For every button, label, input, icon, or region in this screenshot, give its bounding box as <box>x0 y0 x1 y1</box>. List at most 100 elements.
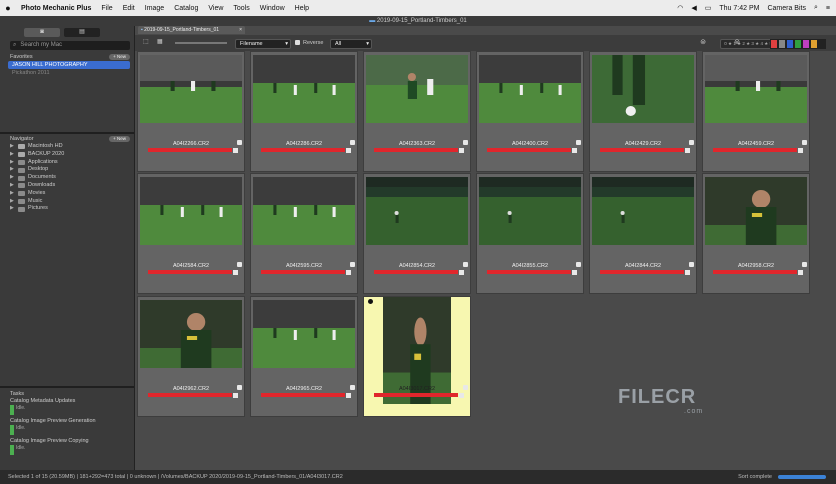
thumbnail-image[interactable] <box>592 177 694 245</box>
nav-item[interactable]: ▶ Applications <box>0 159 134 167</box>
info-icon[interactable] <box>798 148 803 153</box>
sort-select[interactable]: Filename ▾ <box>235 39 291 49</box>
info-icon[interactable] <box>685 148 690 153</box>
menu-view[interactable]: View <box>203 5 228 12</box>
tag-checkbox[interactable] <box>237 140 242 145</box>
thumbnail-cell[interactable]: A04I2965.CR2 <box>250 296 358 417</box>
thumbnail-image[interactable] <box>366 55 468 123</box>
nav-item[interactable]: ▶ BACKUP 2020 <box>0 151 134 159</box>
info-icon[interactable] <box>459 148 464 153</box>
tag-checkbox[interactable] <box>576 140 581 145</box>
color-swatch[interactable] <box>778 39 786 49</box>
favorite-item[interactable]: Pickathon 2011 <box>0 69 134 77</box>
nav-item[interactable]: ▶ Pictures <box>0 205 134 213</box>
color-swatch[interactable] <box>794 39 802 49</box>
info-icon[interactable] <box>572 148 577 153</box>
tag-checkbox[interactable] <box>802 262 807 267</box>
search-icon[interactable]: ⌕ <box>814 4 818 12</box>
select-tool-icon[interactable]: ⬚ <box>143 38 149 45</box>
info-icon[interactable] <box>346 393 351 398</box>
apple-menu-icon[interactable]: ● <box>0 3 16 13</box>
thumbnail-image[interactable] <box>479 177 581 245</box>
tag-checkbox[interactable] <box>576 262 581 267</box>
thumbnail-image[interactable] <box>253 177 355 245</box>
new-favorite-button[interactable]: + New <box>109 54 130 60</box>
tab-navigator[interactable]: ◙ <box>24 28 60 37</box>
disclosure-icon[interactable]: ▶ <box>10 182 15 190</box>
thumbnail-cell[interactable]: A04I2595.CR2 <box>250 173 358 294</box>
info-icon[interactable] <box>798 270 803 275</box>
thumbnail-cell[interactable]: A04I2266.CR2 <box>137 51 245 172</box>
disclosure-icon[interactable]: ▶ <box>10 190 15 198</box>
favorite-item[interactable]: JASON HILL PHOTOGRAPHY <box>8 61 130 69</box>
thumbnail-cell[interactable]: A04I2363.CR2 <box>363 51 471 172</box>
disclosure-icon[interactable]: ▶ <box>10 205 15 213</box>
color-swatch[interactable] <box>786 39 794 49</box>
section-divider[interactable] <box>0 132 134 134</box>
color-swatch[interactable] <box>810 39 818 49</box>
thumbnail-cell[interactable]: A04I2962.CR2 <box>137 296 245 417</box>
rotate-icon[interactable] <box>368 299 373 304</box>
info-icon[interactable] <box>572 270 577 275</box>
menu-image[interactable]: Image <box>140 5 169 12</box>
disclosure-icon[interactable]: ▶ <box>10 174 15 182</box>
info-icon[interactable] <box>459 393 464 398</box>
nav-item[interactable]: ▶ Macintosh HD <box>0 143 134 151</box>
thumbnail-cell[interactable]: A04I2958.CR2 <box>702 173 810 294</box>
info-icon[interactable] <box>233 270 238 275</box>
disclosure-icon[interactable]: ▶ <box>10 151 15 159</box>
thumbnail-size-slider[interactable] <box>175 42 227 44</box>
tag-checkbox[interactable] <box>689 262 694 267</box>
tag-checkbox[interactable] <box>350 385 355 390</box>
menu-list-icon[interactable]: ≡ <box>826 5 830 12</box>
thumbnail-cell[interactable]: A04I2854.CR2 <box>363 173 471 294</box>
user-name[interactable]: Camera Bits <box>767 5 806 12</box>
thumbnail-image[interactable] <box>705 177 807 245</box>
tag-checkbox[interactable] <box>463 262 468 267</box>
nav-item[interactable]: ▶ Documents <box>0 174 134 182</box>
search-field[interactable]: ⌕ Search my Mac <box>10 41 130 50</box>
thumbnail-image[interactable] <box>479 55 581 123</box>
menu-edit[interactable]: Edit <box>118 5 140 12</box>
nav-item[interactable]: ▶ Music <box>0 198 134 206</box>
color-filter-toggle-icon[interactable]: ⊜ <box>734 38 740 46</box>
thumbnail-image[interactable] <box>253 55 355 123</box>
filter-select[interactable]: All ▾ <box>330 39 372 49</box>
document-tab[interactable]: ▪ 2019-09-15_Portland-Timbers_01 × <box>138 26 245 34</box>
thumbnail-image[interactable] <box>705 55 807 123</box>
menu-tools[interactable]: Tools <box>228 5 254 12</box>
tag-checkbox[interactable] <box>237 385 242 390</box>
volume-icon[interactable]: ◀ <box>691 4 696 12</box>
loupe-icon[interactable]: ▦ <box>157 38 163 45</box>
info-icon[interactable] <box>346 148 351 153</box>
battery-icon[interactable]: ▭ <box>705 4 712 12</box>
menu-app[interactable]: Photo Mechanic Plus <box>16 5 96 12</box>
info-icon[interactable] <box>459 270 464 275</box>
disclosure-icon[interactable]: ▶ <box>10 166 15 174</box>
star-rating-filter[interactable]: 0 ★ 1 ★ 2 ★ 3 ★ 4 ★ 5 <box>720 39 776 49</box>
nav-item[interactable]: ▶ Movies <box>0 190 134 198</box>
thumbnail-cell[interactable]: A04I3017.CR2 <box>363 296 471 417</box>
nav-item[interactable]: ▶ Desktop <box>0 166 134 174</box>
thumbnail-cell[interactable]: A04I2459.CR2 <box>702 51 810 172</box>
thumbnail-cell[interactable]: A04I2584.CR2 <box>137 173 245 294</box>
thumbnail-cell[interactable]: A04I2400.CR2 <box>476 51 584 172</box>
tag-checkbox[interactable] <box>689 140 694 145</box>
new-navigator-button[interactable]: + New <box>109 136 130 142</box>
tag-checkbox[interactable] <box>463 385 468 390</box>
tag-checkbox[interactable] <box>350 262 355 267</box>
tab-collections[interactable]: ▤ <box>64 28 100 37</box>
tag-checkbox[interactable] <box>463 140 468 145</box>
thumbnail-cell[interactable]: A04I2286.CR2 <box>250 51 358 172</box>
thumbnail-image[interactable] <box>140 300 242 368</box>
menu-help[interactable]: Help <box>290 5 314 12</box>
thumbnail-image[interactable] <box>140 177 242 245</box>
thumbnail-image[interactable] <box>592 55 694 123</box>
thumbnail-cell[interactable]: A04I2429.CR2 <box>589 51 697 172</box>
thumbnail-image[interactable] <box>366 177 468 245</box>
info-icon[interactable] <box>685 270 690 275</box>
thumbnail-cell[interactable]: A04I2844.CR2 <box>589 173 697 294</box>
filter-options-icon[interactable]: ⊜ <box>700 38 706 46</box>
color-swatch[interactable] <box>770 39 778 49</box>
menu-window[interactable]: Window <box>255 5 290 12</box>
